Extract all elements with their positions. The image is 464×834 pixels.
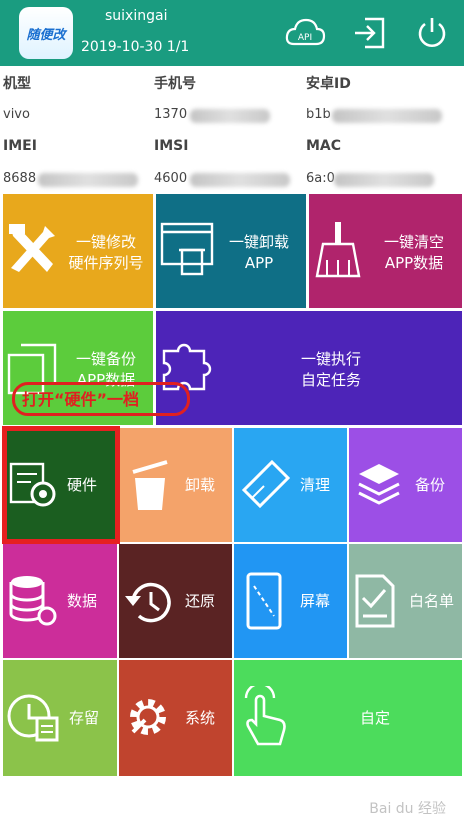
login-icon: [355, 17, 385, 49]
tile-uninstall-app-line1: 一键卸载: [228, 233, 289, 251]
tile-modify-serial-line1: 一键修改: [75, 233, 136, 251]
tile-data-label: 数据: [67, 592, 98, 610]
power-icon: [418, 18, 446, 47]
tile-custom[interactable]: 自定: [234, 660, 462, 776]
api-cloud-button[interactable]: API: [284, 13, 326, 53]
screen-icon: [246, 572, 282, 630]
model-value: vivo: [3, 107, 30, 122]
tile-modify-serial[interactable]: 一键修改 硬件序列号: [3, 194, 153, 308]
logo-text: 随便改: [26, 27, 66, 43]
tile-backup[interactable]: 备份: [349, 428, 462, 542]
imsi-value: 4600: [154, 171, 188, 186]
date-page-indicator: 2019-10-30 1/1: [81, 39, 190, 55]
tile-screen-label: 屏幕: [300, 592, 331, 610]
annotation-text: 打开“硬件”一档: [22, 390, 140, 409]
tile-whitelist[interactable]: 白名单: [349, 544, 462, 658]
layers-icon: [358, 464, 400, 505]
tile-clear-app-data[interactable]: 一键清空 APP数据: [309, 194, 462, 308]
tile-uninstall[interactable]: 卸载: [119, 428, 232, 542]
tile-clean[interactable]: 清理: [234, 428, 347, 542]
login-button[interactable]: [348, 13, 390, 53]
imei-value: 8688: [3, 171, 37, 186]
android-id-label: 安卓ID: [306, 76, 351, 92]
blurred-android-id: [332, 109, 442, 123]
touch-hand-icon: [244, 686, 286, 746]
tile-clean-label: 清理: [300, 476, 331, 494]
hardware-highlight-box: [2, 426, 120, 544]
tile-clear-app-data-line1: 一键清空: [383, 233, 444, 251]
tile-uninstall-app[interactable]: 一键卸载 APP: [156, 194, 306, 308]
phone-label: 手机号: [154, 76, 196, 92]
clock-note-icon: [7, 694, 59, 742]
username: suixingai: [105, 8, 168, 24]
app-trash-icon: [160, 222, 214, 276]
tile-run-task-line1: 一键执行: [300, 350, 361, 368]
tile-restore-label: 还原: [185, 592, 216, 610]
app-logo: 随便改: [19, 7, 73, 59]
device-info-panel: 机型 手机号 安卓ID vivo 1370 b1b IMEI IMSI MAC …: [0, 66, 464, 192]
blurred-mac: [334, 173, 434, 187]
tile-backup-label: 备份: [415, 476, 446, 494]
tile-screen[interactable]: 屏幕: [234, 544, 347, 658]
tile-restore[interactable]: 还原: [119, 544, 232, 658]
imei-label: IMEI: [3, 138, 37, 154]
tile-run-custom-task[interactable]: 一键执行 自定任务: [156, 311, 462, 425]
trash-icon: [132, 460, 168, 510]
broom-icon: [315, 222, 361, 278]
cloud-api-icon: API: [285, 18, 326, 46]
blurred-phone: [190, 109, 270, 123]
tile-uninstall-label: 卸载: [185, 476, 216, 494]
checklist-icon: [355, 574, 395, 628]
tile-storage[interactable]: 存留: [3, 660, 117, 776]
android-id-value: b1b: [306, 107, 331, 122]
mac-label: MAC: [306, 138, 342, 154]
tile-backup-app-data-line1: 一键备份: [75, 350, 136, 368]
history-icon: [125, 582, 171, 623]
tile-system[interactable]: 系统: [119, 660, 232, 776]
database-icon: [9, 576, 57, 626]
tile-custom-label: 自定: [360, 709, 391, 727]
blurred-imsi: [190, 173, 290, 187]
power-button[interactable]: [411, 13, 453, 53]
tools-icon: [9, 224, 55, 272]
system-gear-icon: [130, 699, 166, 735]
model-label: 机型: [3, 76, 31, 92]
blurred-imei: [38, 173, 138, 187]
brush-icon: [241, 459, 291, 509]
tile-modify-serial-line2: 硬件序列号: [68, 254, 144, 272]
tile-data[interactable]: 数据: [3, 544, 117, 658]
baidu-watermark: Bai du 经验: [369, 801, 446, 817]
tile-storage-label: 存留: [69, 709, 100, 727]
phone-value: 1370: [154, 107, 188, 122]
tile-uninstall-app-line2: APP: [244, 254, 274, 272]
mac-value: 6a:0: [306, 171, 335, 186]
tile-run-task-line2: 自定任务: [300, 371, 361, 389]
tile-system-label: 系统: [185, 709, 216, 727]
api-icon-label: API: [298, 33, 312, 43]
tile-clear-app-data-line2: APP数据: [384, 254, 444, 272]
tile-whitelist-label: 白名单: [409, 592, 455, 610]
imsi-label: IMSI: [154, 138, 189, 154]
